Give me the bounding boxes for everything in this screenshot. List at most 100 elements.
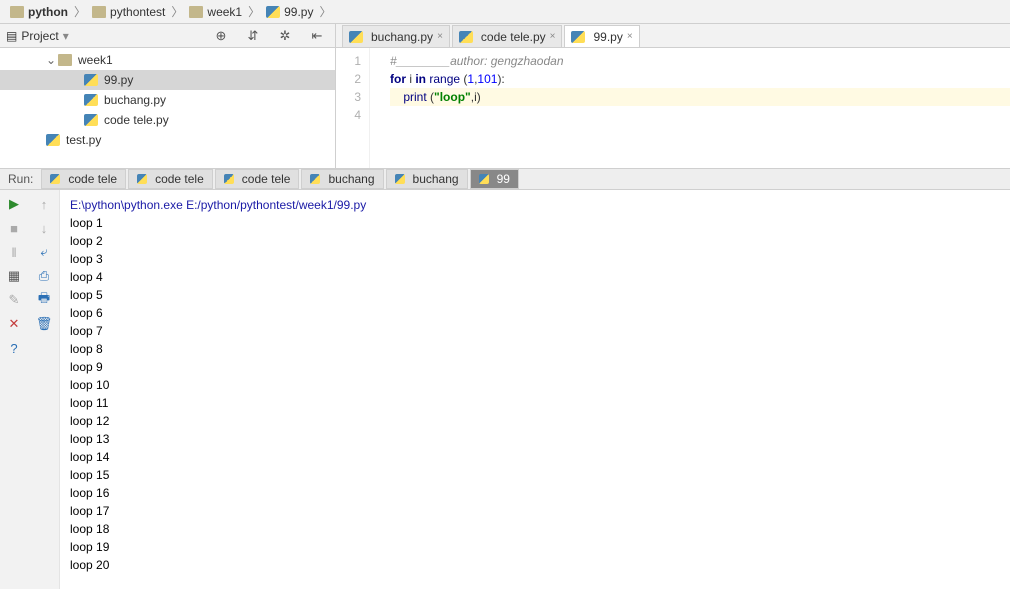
- console-line: loop 3: [70, 250, 1000, 268]
- trash-icon[interactable]: 🗑: [32, 314, 56, 334]
- chevron-right-icon: 〉: [246, 3, 262, 20]
- line-gutter: 1234: [336, 48, 370, 168]
- folder-icon: [58, 54, 72, 66]
- close-tab-icon[interactable]: ×: [627, 31, 633, 42]
- run-tab[interactable]: code tele: [41, 169, 126, 189]
- console-line: loop 10: [70, 376, 1000, 394]
- run-tab[interactable]: code tele: [128, 169, 213, 189]
- console-line: loop 14: [70, 448, 1000, 466]
- rerun-icon[interactable]: ▶: [2, 194, 26, 214]
- run-tab[interactable]: code tele: [215, 169, 300, 189]
- stop-icon[interactable]: ■: [2, 218, 26, 238]
- breadcrumb-item[interactable]: week1: [185, 1, 246, 23]
- breadcrumb-item[interactable]: python: [6, 1, 72, 23]
- project-icon: ▤: [6, 29, 17, 43]
- console-command: E:\python\python.exe E:/python/pythontes…: [70, 196, 1000, 214]
- run-tabs-bar: Run: code telecode telecode telebuchangb…: [0, 168, 1010, 190]
- chevron-right-icon: 〉: [169, 3, 185, 20]
- tree-item[interactable]: ⌄week1: [0, 50, 335, 70]
- editor-tab[interactable]: buchang.py×: [342, 25, 450, 47]
- tree-item[interactable]: test.py: [0, 130, 335, 150]
- python-file-icon: [571, 31, 585, 43]
- layout-icon[interactable]: ▦: [2, 266, 26, 286]
- help-icon[interactable]: ?: [2, 338, 26, 358]
- folder-icon: [189, 6, 203, 18]
- project-header: ▤ Project ▾ ⊕ ⇵ ✲ ⇤: [0, 24, 335, 48]
- run-tab[interactable]: 99: [470, 169, 519, 189]
- python-file-icon: [310, 174, 320, 184]
- python-file-icon: [84, 94, 98, 106]
- code-area[interactable]: #________author: gengzhaodanfor i in ran…: [370, 48, 1010, 168]
- run-label: Run:: [0, 172, 41, 186]
- close-tab-icon[interactable]: ×: [550, 31, 556, 42]
- code-line[interactable]: print ("loop",i): [390, 88, 1010, 106]
- python-file-icon: [84, 114, 98, 126]
- close-tab-icon[interactable]: ×: [437, 31, 443, 42]
- console-output[interactable]: E:\python\python.exe E:/python/pythontes…: [60, 190, 1010, 589]
- hide-icon[interactable]: ⇤: [305, 26, 329, 46]
- python-file-icon: [137, 174, 147, 184]
- chevron-right-icon: 〉: [317, 3, 333, 20]
- up-icon[interactable]: ↑: [32, 194, 56, 214]
- console-line: loop 20: [70, 556, 1000, 574]
- project-panel: ▤ Project ▾ ⊕ ⇵ ✲ ⇤ ⌄week199.pybuchang.p…: [0, 24, 336, 168]
- locate-icon[interactable]: ⊕: [209, 26, 233, 46]
- pin-icon[interactable]: ✎: [2, 290, 26, 310]
- breadcrumb-item[interactable]: pythontest: [88, 1, 169, 23]
- down-icon[interactable]: ↓: [32, 218, 56, 238]
- project-tree[interactable]: ⌄week199.pybuchang.pycode tele.pytest.py: [0, 48, 335, 168]
- folder-icon: [10, 6, 24, 18]
- python-file-icon: [84, 74, 98, 86]
- run-tool-window: ▶ ↑ ■ ↓ ‖ ⤶ ▦ ⎙ ✎ 🖶 ✕ 🗑 ? E:\python\pyth…: [0, 190, 1010, 589]
- python-file-icon: [479, 174, 489, 184]
- editor-panel: buchang.py×code tele.py×99.py× 1234 #___…: [336, 24, 1010, 168]
- tree-item[interactable]: buchang.py: [0, 90, 335, 110]
- console-line: loop 4: [70, 268, 1000, 286]
- python-file-icon: [266, 6, 280, 18]
- dropdown-icon[interactable]: ▾: [63, 29, 69, 43]
- chevron-down-icon[interactable]: ⌄: [46, 53, 56, 67]
- console-line: loop 12: [70, 412, 1000, 430]
- console-line: loop 7: [70, 322, 1000, 340]
- console-line: loop 18: [70, 520, 1000, 538]
- collapse-icon[interactable]: ⇵: [241, 26, 265, 46]
- console-line: loop 2: [70, 232, 1000, 250]
- python-file-icon: [395, 174, 405, 184]
- code-editor[interactable]: 1234 #________author: gengzhaodanfor i i…: [336, 48, 1010, 168]
- code-line[interactable]: #________author: gengzhaodan: [390, 52, 1010, 70]
- breadcrumb-item[interactable]: 99.py: [262, 1, 317, 23]
- folder-icon: [92, 6, 106, 18]
- editor-tab[interactable]: 99.py×: [564, 25, 639, 47]
- run-toolbar: ▶ ↑ ■ ↓ ‖ ⤶ ▦ ⎙ ✎ 🖶 ✕ 🗑 ?: [0, 190, 60, 589]
- project-title[interactable]: Project: [21, 29, 58, 43]
- breadcrumb-bar: python〉pythontest〉week1〉99.py〉: [0, 0, 1010, 24]
- close-icon[interactable]: ✕: [2, 314, 26, 334]
- console-line: loop 5: [70, 286, 1000, 304]
- gear-icon[interactable]: ✲: [273, 26, 297, 46]
- python-file-icon: [459, 31, 473, 43]
- console-line: loop 16: [70, 484, 1000, 502]
- wrap-icon[interactable]: ⤶: [32, 242, 56, 262]
- tree-item[interactable]: code tele.py: [0, 110, 335, 130]
- console-line: loop 19: [70, 538, 1000, 556]
- console-line: loop 17: [70, 502, 1000, 520]
- editor-tabs: buchang.py×code tele.py×99.py×: [336, 24, 1010, 48]
- tree-item[interactable]: 99.py: [0, 70, 335, 90]
- console-line: loop 9: [70, 358, 1000, 376]
- console-line: loop 6: [70, 304, 1000, 322]
- console-line: loop 8: [70, 340, 1000, 358]
- console-line: loop 1: [70, 214, 1000, 232]
- console-line: loop 11: [70, 394, 1000, 412]
- console-line: loop 15: [70, 466, 1000, 484]
- python-file-icon: [224, 174, 234, 184]
- save-icon[interactable]: 🖶: [32, 290, 56, 310]
- console-line: loop 13: [70, 430, 1000, 448]
- editor-tab[interactable]: code tele.py×: [452, 25, 563, 47]
- code-line[interactable]: for i in range (1,101):: [390, 70, 1010, 88]
- print-icon[interactable]: ⎙: [32, 266, 56, 286]
- python-file-icon: [50, 174, 60, 184]
- run-tab[interactable]: buchang: [386, 169, 468, 189]
- chevron-right-icon: 〉: [72, 3, 88, 20]
- pause-icon[interactable]: ‖: [2, 242, 26, 262]
- run-tab[interactable]: buchang: [301, 169, 383, 189]
